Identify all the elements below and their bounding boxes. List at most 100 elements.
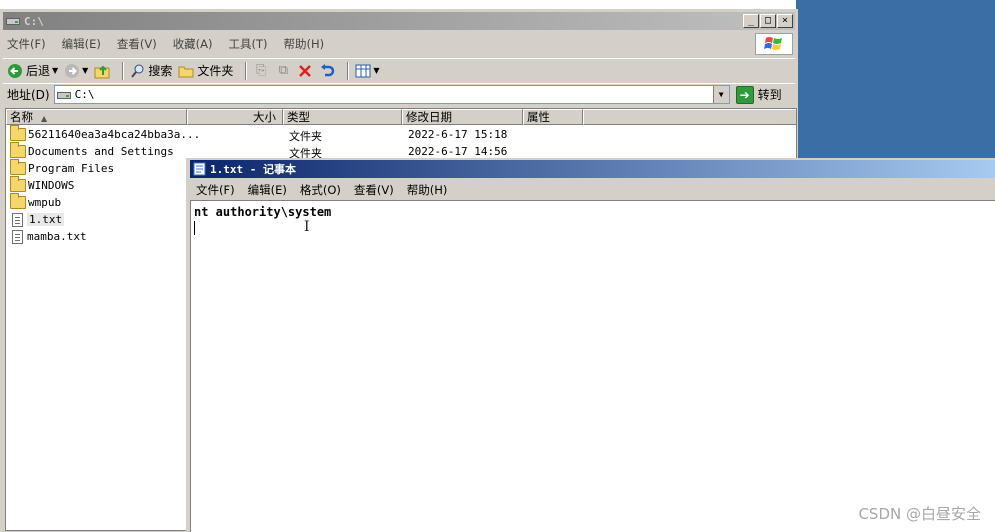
column-type-label: 类型 bbox=[287, 110, 310, 124]
ibeam-cursor-icon: I bbox=[304, 219, 310, 235]
column-header-attributes[interactable]: 属性 bbox=[523, 109, 583, 125]
toolbar-separator bbox=[347, 61, 350, 80]
address-value: C:\ bbox=[74, 88, 95, 101]
list-item[interactable]: 1.txt bbox=[10, 211, 65, 228]
folder-icon bbox=[10, 193, 26, 209]
menu-file[interactable]: 文件(F) bbox=[7, 36, 46, 52]
column-header-modified[interactable]: 修改日期 bbox=[402, 109, 523, 125]
move-to-button[interactable]: ⎘ bbox=[253, 63, 269, 79]
column-attributes-label: 属性 bbox=[527, 110, 550, 124]
notepad-menubar: 文件(F) 编辑(E) 格式(O) 查看(V) 帮助(H) bbox=[192, 180, 460, 200]
menu-help[interactable]: 帮助(H) bbox=[284, 36, 325, 52]
explorer-toolbar: 后退 ▼ ▼ 搜索 文件夹 ⎘ ⧉ ▼ bbox=[3, 58, 795, 82]
file-name: 56211640ea3a4bca24bba3a... bbox=[28, 128, 201, 141]
views-button[interactable]: ▼ bbox=[355, 63, 380, 79]
text-caret bbox=[194, 221, 195, 235]
explorer-titlebar[interactable]: C:\ _ □ × bbox=[3, 12, 795, 30]
back-dropdown-icon[interactable]: ▼ bbox=[52, 66, 58, 75]
desktop-background bbox=[796, 0, 995, 160]
back-button[interactable]: 后退 ▼ bbox=[7, 62, 58, 79]
notepad-title: 1.txt - 记事本 bbox=[210, 163, 296, 176]
menu-view[interactable]: 查看(V) bbox=[117, 36, 157, 52]
address-input[interactable]: C:\ ▼ bbox=[53, 85, 730, 104]
file-name: Program Files bbox=[28, 162, 115, 175]
list-item[interactable]: Documents and Settings bbox=[10, 142, 174, 160]
list-item[interactable]: WINDOWS bbox=[10, 176, 75, 194]
column-modified-label: 修改日期 bbox=[406, 110, 452, 124]
menu-format[interactable]: 格式(O) bbox=[300, 182, 341, 198]
move-to-icon: ⎘ bbox=[256, 63, 267, 78]
back-label: 后退 bbox=[26, 64, 51, 78]
windows-logo-icon bbox=[755, 33, 793, 55]
drive-icon bbox=[56, 90, 71, 100]
list-item[interactable]: mamba.txt bbox=[10, 228, 87, 245]
close-button[interactable]: × bbox=[777, 14, 793, 28]
toolbar-separator bbox=[122, 61, 125, 80]
file-modified: 2022-6-17 14:56 bbox=[408, 145, 508, 158]
column-size-label: 大小 bbox=[253, 110, 276, 124]
column-headers: 名称 ▲ 大小 类型 修改日期 属性 bbox=[6, 109, 796, 125]
column-header-size[interactable]: 大小 bbox=[187, 109, 283, 125]
toolbar-separator bbox=[245, 61, 248, 80]
menu-view[interactable]: 查看(V) bbox=[354, 182, 394, 198]
window-controls: _ □ × bbox=[743, 14, 793, 28]
menu-file[interactable]: 文件(F) bbox=[196, 182, 235, 198]
file-type: 文件夹 bbox=[289, 130, 322, 143]
column-header-name[interactable]: 名称 ▲ bbox=[6, 109, 187, 125]
notepad-window[interactable]: 1.txt - 记事本 文件(F) 编辑(E) 格式(O) 查看(V) 帮助(H… bbox=[186, 158, 995, 532]
folder-icon bbox=[10, 176, 26, 192]
back-arrow-icon bbox=[7, 63, 23, 79]
go-arrow-icon: ➔ bbox=[735, 85, 754, 104]
column-header-type[interactable]: 类型 bbox=[283, 109, 402, 125]
folder-icon bbox=[10, 125, 26, 141]
column-header-filler bbox=[583, 109, 796, 125]
file-name: WINDOWS bbox=[28, 179, 75, 192]
drive-icon bbox=[6, 16, 20, 26]
undo-icon bbox=[319, 63, 335, 79]
delete-button[interactable] bbox=[297, 63, 313, 79]
file-name: mamba.txt bbox=[27, 230, 87, 243]
go-label: 转到 bbox=[757, 88, 782, 102]
minimize-button[interactable]: _ bbox=[743, 14, 759, 28]
up-folder-button[interactable] bbox=[94, 63, 110, 79]
delete-x-icon bbox=[297, 63, 313, 79]
watermark: CSDN @白昼安全 bbox=[858, 505, 981, 523]
notepad-titlebar[interactable]: 1.txt - 记事本 bbox=[190, 160, 995, 178]
maximize-button[interactable]: □ bbox=[760, 14, 776, 28]
folder-up-icon bbox=[94, 63, 110, 79]
search-button[interactable]: 搜索 bbox=[130, 62, 172, 79]
sort-ascending-icon: ▲ bbox=[41, 114, 48, 123]
copy-to-button[interactable]: ⧉ bbox=[275, 63, 291, 79]
list-item[interactable]: Program Files bbox=[10, 159, 115, 177]
folders-button[interactable]: 文件夹 bbox=[178, 62, 233, 79]
menu-help[interactable]: 帮助(H) bbox=[407, 182, 448, 198]
text-file-icon bbox=[12, 229, 23, 244]
copy-to-icon: ⧉ bbox=[278, 63, 288, 78]
forward-dropdown-icon[interactable]: ▼ bbox=[82, 66, 88, 75]
folder-icon bbox=[178, 63, 194, 79]
menu-edit[interactable]: 编辑(E) bbox=[248, 182, 287, 198]
views-dropdown-icon[interactable]: ▼ bbox=[373, 66, 379, 75]
list-item[interactable]: 56211640ea3a4bca24bba3a... bbox=[10, 125, 201, 143]
file-name: wmpub bbox=[28, 196, 62, 209]
go-button[interactable]: ➔ 转到 bbox=[735, 85, 782, 104]
column-name-label: 名称 bbox=[10, 110, 33, 124]
search-icon bbox=[130, 63, 146, 79]
menu-favorites[interactable]: 收藏(A) bbox=[173, 36, 213, 52]
list-item[interactable]: wmpub bbox=[10, 193, 62, 211]
forward-button[interactable]: ▼ bbox=[64, 63, 88, 79]
folder-icon bbox=[10, 159, 26, 175]
forward-arrow-icon bbox=[64, 63, 80, 79]
explorer-menubar: 文件(F) 编辑(E) 查看(V) 收藏(A) 工具(T) 帮助(H) bbox=[3, 34, 757, 54]
notepad-content: nt authority\system bbox=[194, 205, 332, 219]
undo-button[interactable] bbox=[319, 63, 335, 79]
file-name: Documents and Settings bbox=[28, 145, 174, 158]
notepad-text-area[interactable]: nt authority\system I bbox=[190, 200, 995, 532]
file-modified: 2022-6-17 15:18 bbox=[408, 128, 508, 141]
address-dropdown-icon[interactable]: ▼ bbox=[712, 86, 729, 103]
menu-tools[interactable]: 工具(T) bbox=[229, 36, 268, 52]
folder-icon bbox=[10, 142, 26, 158]
address-label: 地址(D) bbox=[7, 88, 50, 102]
address-bar: 地址(D) C:\ ▼ ➔ 转到 bbox=[3, 83, 795, 105]
menu-edit[interactable]: 编辑(E) bbox=[62, 36, 101, 52]
